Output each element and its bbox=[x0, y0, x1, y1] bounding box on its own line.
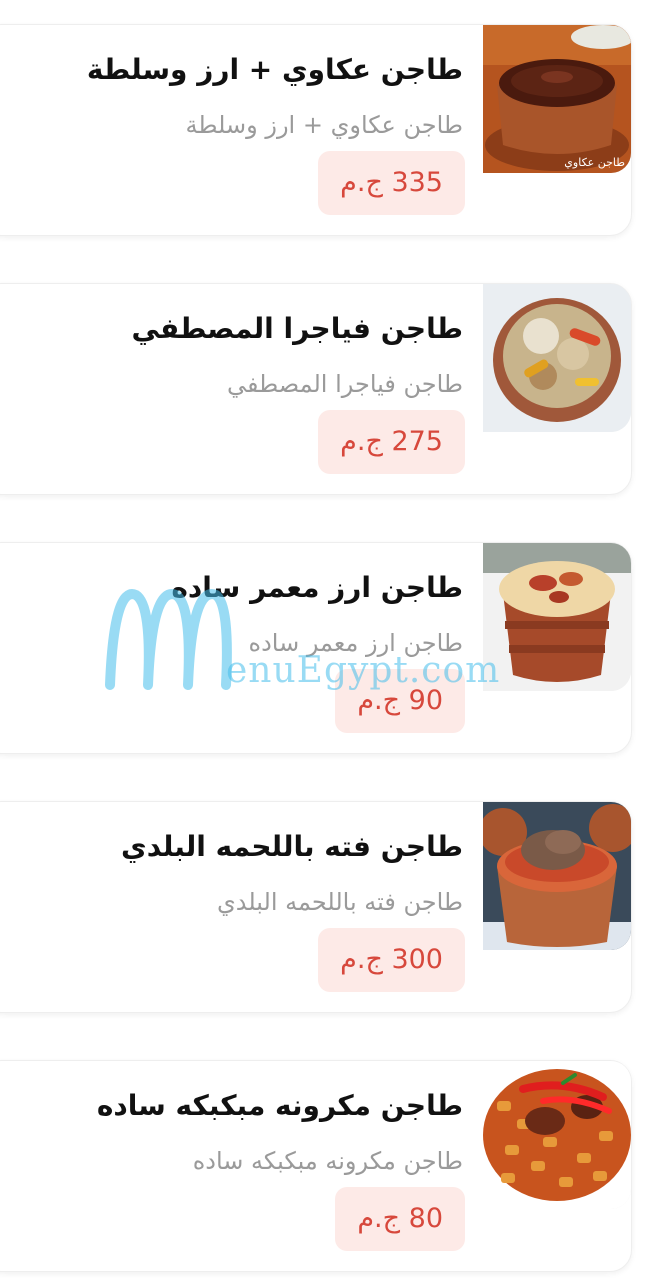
menu-item-card[interactable]: طاجن فته باللحمه البلدي طاجن فته باللحمه… bbox=[0, 801, 632, 1013]
price-badge: 80 ج.م bbox=[335, 1187, 465, 1251]
menu-item-card[interactable]: طاجن ارز معمر ساده طاجن ارز معمر ساده 90… bbox=[0, 542, 632, 754]
photo-caption: طاجن عكاوي bbox=[564, 156, 625, 169]
dish-photo bbox=[483, 802, 631, 950]
dish-photo bbox=[483, 1061, 631, 1209]
menu-item-card[interactable]: طاجن عكاوي طاجن عكاوي + ارز وسلطة طاجن ع… bbox=[0, 24, 632, 236]
price-badge: 275 ج.م bbox=[318, 410, 465, 474]
menu-item-card[interactable]: طاجن مكرونه مبكبكه ساده طاجن مكرونه مبكب… bbox=[0, 1060, 632, 1272]
dish-name: طاجن مكرونه مبكبكه ساده bbox=[96, 1089, 463, 1122]
dish-photo bbox=[483, 543, 631, 691]
dish-name: طاجن فياجرا المصطفي bbox=[131, 312, 463, 345]
dish-photo: طاجن عكاوي bbox=[483, 25, 631, 173]
dish-photo bbox=[483, 284, 631, 432]
dish-name: طاجن عكاوي + ارز وسلطة bbox=[86, 53, 463, 86]
price-badge: 90 ج.م bbox=[335, 669, 465, 733]
dish-description: طاجن عكاوي + ارز وسلطة bbox=[185, 111, 463, 139]
menu-item-card[interactable]: طاجن فياجرا المصطفي طاجن فياجرا المصطفي … bbox=[0, 283, 632, 495]
dish-description: طاجن فته باللحمه البلدي bbox=[216, 888, 463, 916]
dish-description: طاجن مكرونه مبكبكه ساده bbox=[192, 1147, 463, 1175]
price-badge: 335 ج.م bbox=[318, 151, 465, 215]
price-badge: 300 ج.م bbox=[318, 928, 465, 992]
dish-description: طاجن فياجرا المصطفي bbox=[226, 370, 463, 398]
menu-list: طاجن عكاوي طاجن عكاوي + ارز وسلطة طاجن ع… bbox=[0, 0, 650, 1286]
dish-name: طاجن فته باللحمه البلدي bbox=[121, 830, 463, 863]
dish-name: طاجن ارز معمر ساده bbox=[171, 571, 463, 604]
dish-description: طاجن ارز معمر ساده bbox=[248, 629, 464, 657]
